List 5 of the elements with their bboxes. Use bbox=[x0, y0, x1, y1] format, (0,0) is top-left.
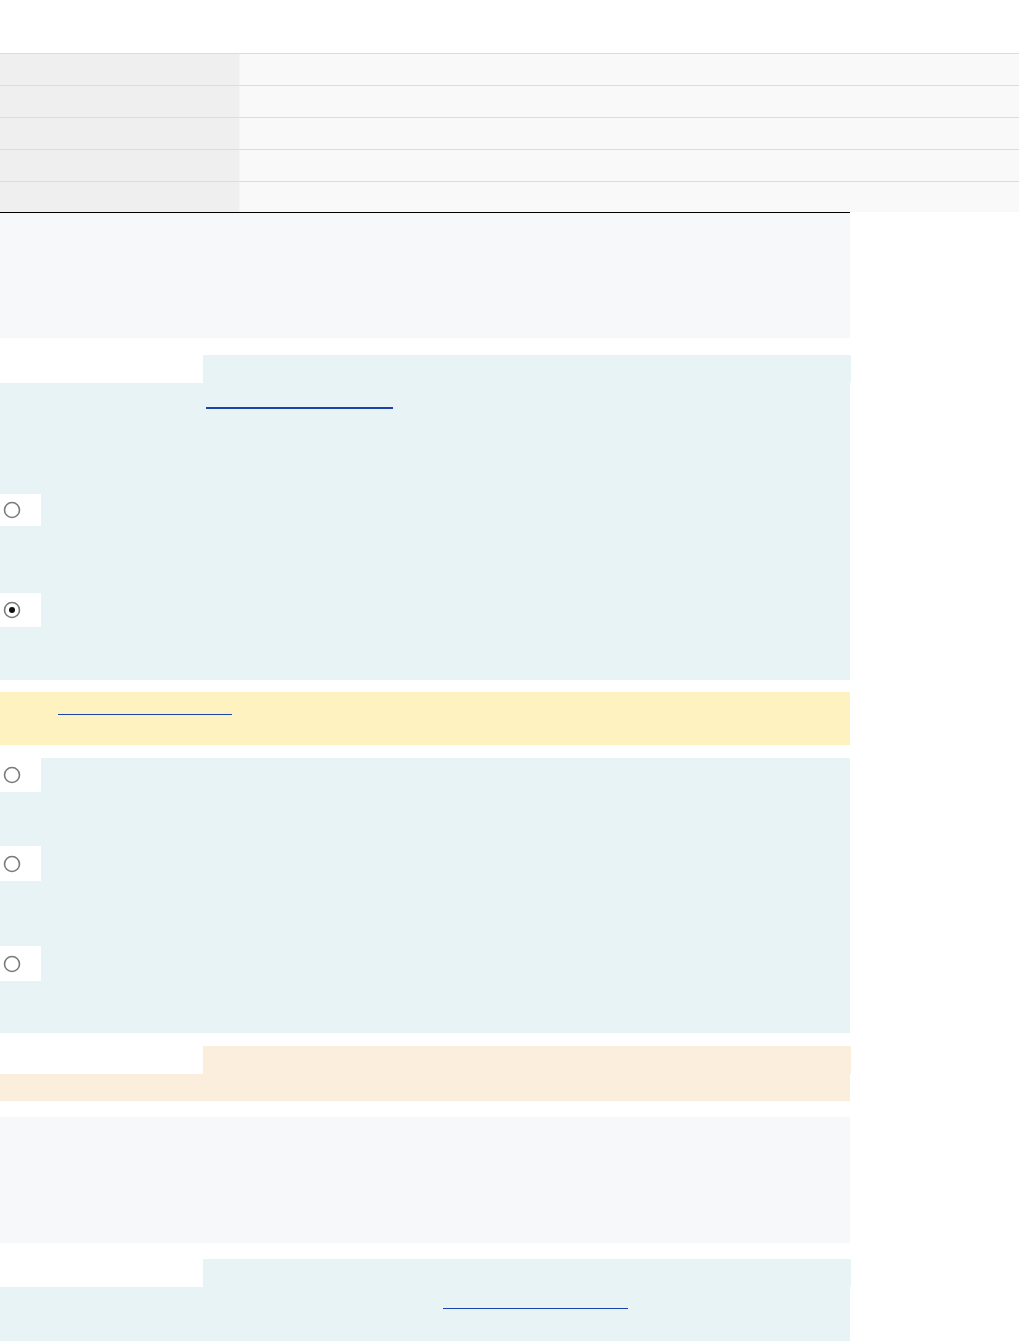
radio-button[interactable] bbox=[3, 766, 21, 784]
radio-button[interactable] bbox=[3, 601, 21, 619]
radio-button[interactable] bbox=[3, 954, 21, 973]
radio-button[interactable] bbox=[3, 501, 21, 519]
radio-button[interactable] bbox=[3, 854, 21, 873]
